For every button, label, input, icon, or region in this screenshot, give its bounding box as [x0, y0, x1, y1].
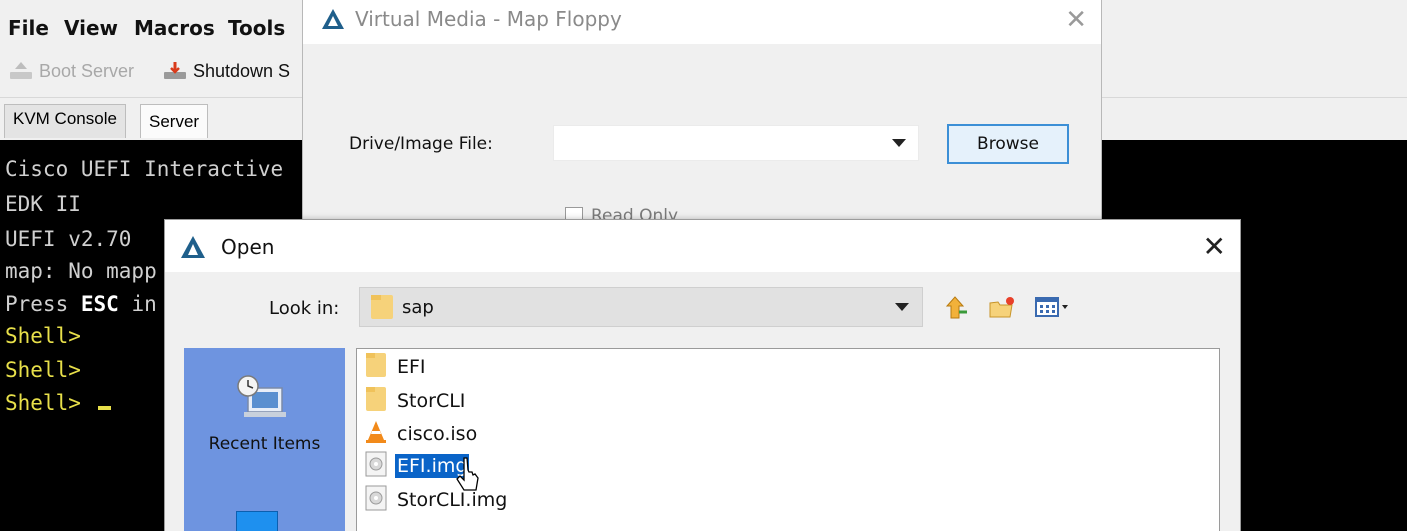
text-cursor — [97, 406, 111, 410]
view-menu-icon[interactable] — [1031, 290, 1075, 324]
close-icon[interactable]: ✕ — [1065, 4, 1087, 35]
cisco-app-icon — [180, 235, 206, 264]
folder-icon — [365, 352, 387, 383]
tab-server[interactable]: Server — [140, 104, 209, 138]
menu-file[interactable]: File — [8, 16, 49, 40]
boot-server-label: Boot Server — [39, 60, 135, 81]
recent-items-icon — [234, 374, 292, 427]
shell-prompt: Shell> — [5, 358, 81, 382]
console-line: UEFI v2.70 — [5, 227, 132, 251]
up-one-level-icon[interactable] — [941, 290, 975, 324]
shell-prompt: Shell> — [5, 324, 81, 348]
tab-kvm-console[interactable]: KVM Console — [4, 104, 126, 138]
shutdown-icon — [162, 60, 188, 82]
recent-items-place[interactable]: Recent Items — [184, 348, 345, 468]
file-name: StorCLI — [397, 390, 466, 412]
console-line-press: Press ESC in — [5, 292, 157, 316]
new-folder-icon[interactable] — [985, 290, 1019, 324]
drive-image-label: Drive/Image File: — [349, 134, 493, 154]
cisco-app-icon — [321, 8, 345, 35]
console-press-tail: in — [118, 292, 157, 316]
vlc-cone-icon — [365, 420, 387, 449]
chevron-down-icon[interactable] — [882, 288, 922, 326]
folder-icon — [365, 386, 387, 417]
disk-image-icon — [365, 485, 387, 516]
desktop-place-icon[interactable] — [236, 511, 278, 531]
shell-prompt-active: Shell> — [5, 391, 111, 415]
look-in-value: sap — [402, 297, 434, 318]
list-item[interactable]: EFI — [365, 351, 428, 383]
places-bar: Recent Items — [184, 348, 345, 531]
shutdown-server-button[interactable]: Shutdown S — [162, 60, 290, 82]
recent-items-label: Recent Items — [208, 434, 321, 454]
console-press-text: Press — [5, 292, 81, 316]
look-in-label: Look in: — [269, 298, 340, 319]
list-item[interactable]: StorCLI.img — [365, 484, 509, 516]
chevron-down-icon[interactable] — [883, 128, 915, 158]
shutdown-label: Shutdown S — [193, 60, 291, 81]
console-line: EDK II — [5, 192, 81, 216]
list-item[interactable]: cisco.iso — [365, 418, 479, 450]
file-name: StorCLI.img — [397, 489, 508, 511]
list-item[interactable]: StorCLI — [365, 385, 467, 417]
shell-prompt-text: Shell> — [5, 391, 94, 415]
virtual-media-dialog: Virtual Media - Map Floppy ✕ Drive/Image… — [302, 0, 1102, 226]
open-dialog-title: Open — [221, 235, 275, 259]
file-list[interactable]: EFI StorCLI cisco.iso EFI.img StorCLI.im… — [356, 348, 1220, 531]
menu-tools[interactable]: Tools — [228, 16, 285, 40]
open-dialog-titlebar[interactable] — [165, 220, 1240, 272]
mouse-pointer-icon — [454, 456, 482, 501]
console-esc-key: ESC — [80, 292, 119, 316]
console-line: Cisco UEFI Interactive — [5, 157, 284, 181]
virtual-media-title: Virtual Media - Map Floppy — [355, 7, 622, 31]
boot-server-button[interactable]: Boot Server — [8, 60, 134, 82]
console-line: map: No mapp — [5, 259, 157, 283]
boot-server-icon — [8, 60, 34, 82]
drive-image-combobox[interactable] — [553, 125, 919, 161]
menu-view[interactable]: View — [64, 16, 118, 40]
look-in-combobox[interactable]: sap — [359, 287, 923, 327]
close-icon[interactable]: ✕ — [1203, 230, 1226, 263]
file-name: cisco.iso — [397, 423, 478, 445]
disk-image-icon — [365, 451, 387, 482]
menu-macros[interactable]: Macros — [134, 16, 215, 40]
folder-icon — [370, 294, 394, 325]
browse-button[interactable]: Browse — [947, 124, 1069, 164]
open-file-dialog: Open ✕ Look in: sap Recent Items EFI Sto… — [164, 219, 1241, 531]
file-name: EFI — [397, 356, 426, 378]
